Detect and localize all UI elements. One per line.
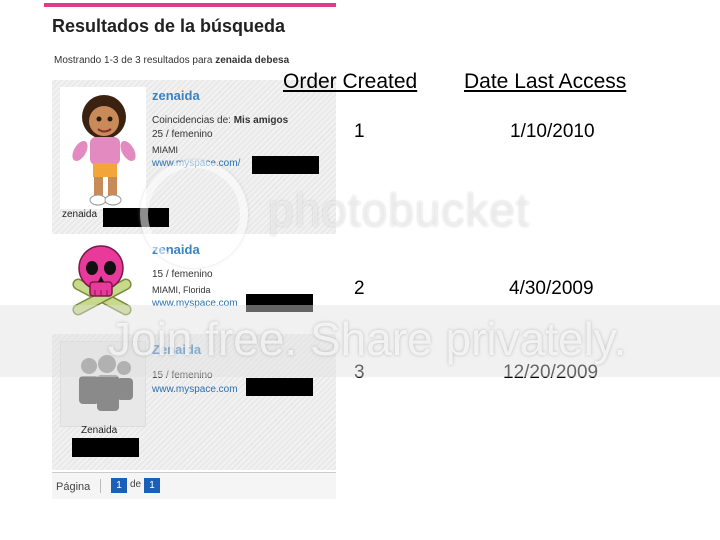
date-cell: 1/10/2010 (510, 121, 595, 142)
order-cell: 1 (354, 121, 365, 142)
result-1-match-value: Mis amigos (233, 115, 289, 126)
result-3-caption: Zenaida (81, 425, 118, 436)
header-accent-bar (44, 3, 336, 7)
redaction-bar (252, 156, 319, 174)
pagination-divider (100, 479, 101, 493)
redaction-bar (72, 438, 139, 457)
results-summary: Mostrando 1-3 de 3 resultados para zenai… (54, 55, 289, 66)
result-3-url-link[interactable]: www.myspace.com (152, 384, 238, 395)
pagination-label: Página (56, 481, 91, 493)
result-1-location: MIAMI (152, 145, 178, 155)
result-1-name-link[interactable]: zenaida (152, 88, 200, 103)
watermark-circle (140, 160, 248, 268)
result-2-location: MIAMI, Florida (152, 285, 211, 295)
watermark-logo: photobucket (268, 184, 530, 236)
date-cell: 4/30/2009 (509, 278, 594, 299)
result-1-caption: zenaida (62, 209, 98, 220)
page-current-button[interactable]: 1 (111, 478, 127, 493)
order-cell: 2 (354, 278, 365, 299)
result-2-age-gender: 15 / femenino (152, 269, 213, 280)
result-1-age-gender: 25 / femenino (152, 129, 213, 140)
results-summary-prefix: Mostrando 1-3 de 3 resultados para (54, 55, 216, 66)
result-1-match: Coincidencias de: Mis amigos (152, 114, 288, 128)
watermark-tagline: Join free. Share privately. (108, 313, 627, 365)
profile-avatar-doll[interactable] (60, 87, 146, 209)
page-total-button[interactable]: 1 (144, 478, 160, 493)
column-header-date-last-access: Date Last Access (464, 70, 627, 93)
redaction-bar (246, 378, 313, 396)
results-query: zenaida debesa (215, 55, 290, 66)
pagination: Página 1 de 1 (52, 472, 336, 499)
result-1-match-label: Coincidencias de: (152, 115, 234, 126)
pagination-of-label: de (130, 479, 142, 490)
column-header-order-created: Order Created (283, 70, 418, 93)
page-title: Resultados de la búsqueda (52, 16, 286, 36)
